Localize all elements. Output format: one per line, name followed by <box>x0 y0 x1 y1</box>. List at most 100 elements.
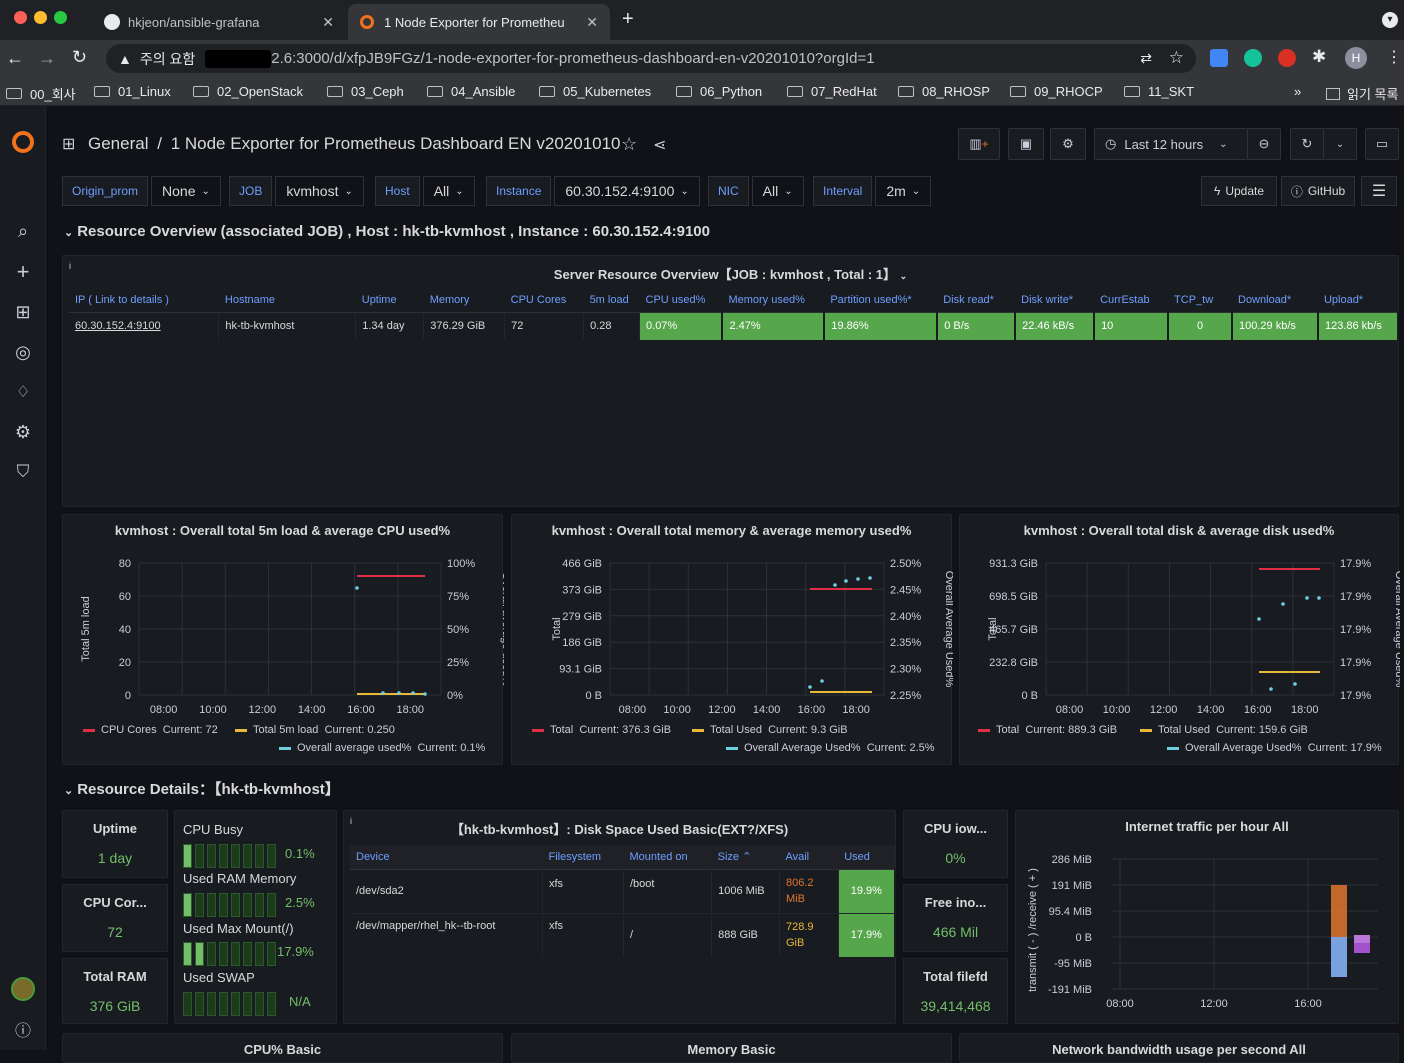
legend-item[interactable]: Total Current: 376.3 GiB <box>532 724 671 736</box>
column-header[interactable]: Upload* <box>1317 288 1398 313</box>
column-header[interactable]: IP ( Link to details ) <box>69 288 219 313</box>
variable-value[interactable]: kvmhost ⌄ <box>275 176 364 206</box>
extension-icon[interactable] <box>1278 49 1296 67</box>
tab-search-icon[interactable]: ▾ <box>1382 12 1398 28</box>
bookmark-folder[interactable]: 08_RHOSP <box>898 84 990 99</box>
column-header[interactable]: CPU used% <box>639 288 723 313</box>
column-header[interactable]: Partition used%* <box>824 288 938 313</box>
variable-job[interactable]: JOB kvmhost ⌄ <box>229 176 364 206</box>
panel-title[interactable]: Server Resource Overview【JOB : kvmhost ,… <box>63 264 1398 283</box>
page-title[interactable]: 1 Node Exporter for Prometheus Dashboard… <box>171 134 621 153</box>
stat-title[interactable]: Free ino... <box>904 895 1007 910</box>
refresh-button[interactable]: ↻ <box>1290 128 1324 160</box>
bookmark-folder[interactable]: 07_RedHat <box>787 84 877 99</box>
minimize-window-button[interactable] <box>34 11 47 24</box>
legend-item[interactable]: Total 5m load Current: 0.250 <box>235 724 395 736</box>
stat-title[interactable]: Total filefd <box>904 969 1007 984</box>
column-header[interactable]: Hostname <box>218 288 356 313</box>
legend-item[interactable]: Overall average used% Current: 0.1% <box>279 742 485 754</box>
profile-avatar[interactable]: H <box>1345 47 1367 69</box>
translate-extension-icon[interactable] <box>1210 49 1228 67</box>
bookmark-folder[interactable]: 11_SKT <box>1124 84 1194 99</box>
column-header[interactable]: Download* <box>1232 288 1318 313</box>
column-header[interactable]: Disk write* <box>1015 288 1095 313</box>
column-header[interactable]: TCP_tw <box>1168 288 1232 313</box>
breadcrumb-folder[interactable]: General <box>88 134 148 153</box>
bookmark-folder[interactable]: 02_OpenStack <box>193 84 303 99</box>
variable-value[interactable]: 60.30.152.4:9100 ⌄ <box>554 176 700 206</box>
legend-item[interactable]: Total Used Current: 9.3 GiB <box>692 724 848 736</box>
reading-list-button[interactable]: 읽기 목록 <box>1326 84 1398 103</box>
bookmark-folder[interactable]: 01_Linux <box>94 84 171 99</box>
address-bar[interactable]: ▲ 주의 요함 2.6:3000/d/xfpJB9FGz/1-node-expo… <box>106 44 1196 73</box>
bookmarks-more-button[interactable]: » <box>1294 84 1301 99</box>
bookmark-folder[interactable]: 03_Ceph <box>327 84 404 99</box>
forward-icon[interactable]: → <box>38 48 56 69</box>
variable-value[interactable]: 2m ⌄ <box>875 176 932 206</box>
help-icon[interactable]: ⓘ <box>8 1014 38 1044</box>
time-picker-button[interactable]: ◷ Last 12 hours ⌄ <box>1094 128 1248 160</box>
column-header[interactable]: Device <box>350 845 543 870</box>
browser-tab-grafana[interactable]: 1 Node Exporter for Prometheu ✕ <box>348 4 610 40</box>
puzzle-icon[interactable]: ✱ <box>1312 47 1326 67</box>
grammarly-icon[interactable] <box>1244 49 1262 67</box>
variable-instance[interactable]: Instance 60.30.152.4:9100 ⌄ <box>486 176 700 206</box>
panel-title[interactable]: 【hk-tb-kvmhost】: Disk Space Used Basic(E… <box>344 819 895 838</box>
variable-value[interactable]: None ⌄ <box>151 176 221 206</box>
variable-value[interactable]: All ⌄ <box>751 176 804 206</box>
explore-icon[interactable]: ◎ <box>8 337 38 367</box>
close-tab-icon[interactable]: ✕ <box>322 14 334 31</box>
column-header[interactable]: Memory used% <box>722 288 825 313</box>
close-tab-icon[interactable]: ✕ <box>586 14 598 31</box>
column-header[interactable]: Mounted on <box>623 845 712 870</box>
legend-item[interactable]: CPU Cores Current: 72 <box>83 724 218 736</box>
add-panel-button[interactable]: ▥ + <box>958 128 1000 160</box>
search-icon[interactable]: ⌕ <box>8 216 38 246</box>
reload-icon[interactable]: ↻ <box>72 47 87 68</box>
stat-title[interactable]: CPU Cor... <box>63 895 167 910</box>
variable-nic[interactable]: NIC All ⌄ <box>708 176 804 206</box>
stat-title[interactable]: Uptime <box>63 821 167 836</box>
new-tab-button[interactable]: + <box>622 8 634 31</box>
save-dashboard-button[interactable]: ▣ <box>1008 128 1044 160</box>
variable-host[interactable]: Host All ⌄ <box>375 176 475 206</box>
links-menu-button[interactable]: ☰ <box>1361 176 1397 206</box>
variable-interval[interactable]: Interval 2m ⌄ <box>813 176 932 206</box>
column-header[interactable]: Disk read* <box>937 288 1016 313</box>
close-window-button[interactable] <box>14 11 27 24</box>
tv-mode-button[interactable]: ▭ <box>1365 128 1399 160</box>
legend-item[interactable]: Overall Average Used% Current: 2.5% <box>726 742 935 754</box>
column-header[interactable]: Uptime <box>355 288 424 313</box>
row-header-resource-details[interactable]: ⌄ Resource Details：【hk-tb-kvmhost】 <box>64 778 340 799</box>
bookmark-folder[interactable]: 09_RHOCP <box>1010 84 1103 99</box>
dashboard-settings-button[interactable]: ⚙ <box>1050 128 1086 160</box>
alerting-bell-icon[interactable]: ♢ <box>8 377 38 407</box>
column-header[interactable]: Memory <box>423 288 505 313</box>
bookmark-folder[interactable]: 06_Python <box>676 84 762 99</box>
browser-tab-github[interactable]: hkjeon/ansible-grafana ✕ <box>92 4 346 40</box>
favorite-star-icon[interactable]: ☆ <box>621 134 637 155</box>
security-label[interactable]: 주의 요함 <box>140 49 195 69</box>
column-header[interactable]: Used <box>838 845 895 870</box>
browser-menu-icon[interactable]: ⋮ <box>1386 47 1402 67</box>
maximize-window-button[interactable] <box>54 11 67 24</box>
user-avatar[interactable] <box>8 974 38 1004</box>
column-header[interactable]: Size ⌃ <box>711 845 780 870</box>
column-header[interactable]: 5m load <box>583 288 640 313</box>
github-link-button[interactable]: ⓘ GitHub <box>1281 176 1355 206</box>
stat-title[interactable]: CPU iow... <box>904 821 1007 836</box>
column-header[interactable]: Avail <box>779 845 839 870</box>
configuration-gear-icon[interactable]: ⚙ <box>8 417 38 447</box>
bookmark-folder[interactable]: 05_Kubernetes <box>539 84 651 99</box>
variable-value[interactable]: All ⌄ <box>422 176 475 206</box>
legend-item[interactable]: Total Used Current: 159.6 GiB <box>1140 724 1308 736</box>
bookmark-star-icon[interactable]: ☆ <box>1169 48 1184 68</box>
breadcrumb[interactable]: General / 1 Node Exporter for Prometheus… <box>88 134 621 154</box>
legend-item[interactable]: Total Current: 889.3 GiB <box>978 724 1117 736</box>
column-header[interactable]: CurrEstab <box>1094 288 1169 313</box>
bookmark-folder[interactable]: 00_회사 <box>6 84 76 103</box>
translate-icon[interactable]: ⇄ <box>1140 50 1152 67</box>
update-link-button[interactable]: ϟ Update <box>1201 176 1277 206</box>
create-icon[interactable]: + <box>8 257 38 287</box>
back-icon[interactable]: ← <box>6 48 24 69</box>
